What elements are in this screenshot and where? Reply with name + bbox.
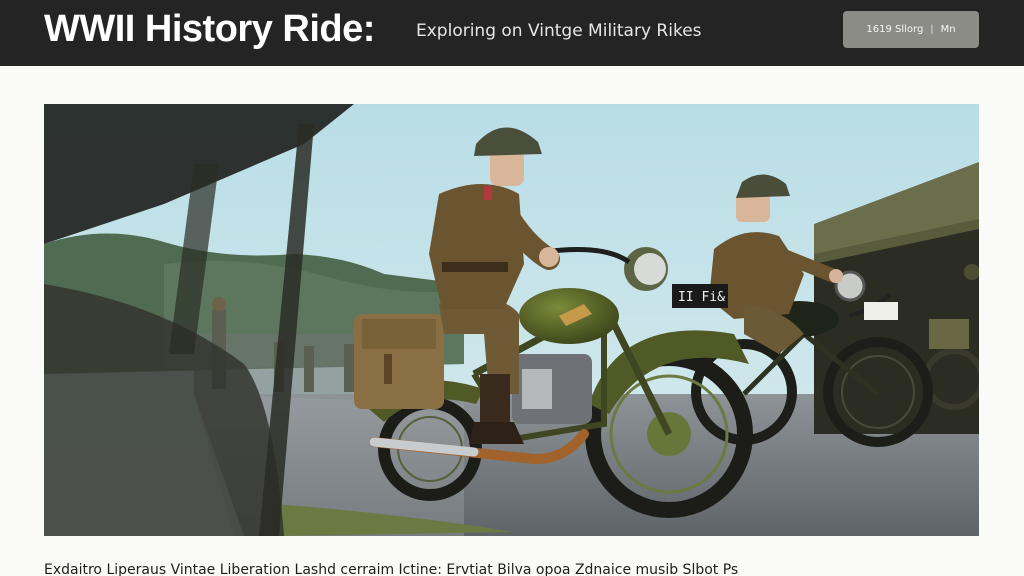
hero-image: II Fi& — [44, 104, 979, 536]
top-header-bar: WWII History Ride: Exploring on Vintge M… — [0, 0, 1024, 66]
caption-text: Exdaitro Liperaus Vintae Liberation Lash… — [44, 562, 739, 576]
page-title: WWII History Ride: — [44, 8, 375, 50]
motorcycle-plate-text: II Fi& — [678, 290, 725, 305]
header-button-left-label: 1619 Sllorg — [866, 24, 924, 35]
separator-icon: | — [930, 24, 934, 35]
hero-photo-illustration: II Fi& — [44, 104, 979, 536]
header-action-button[interactable]: 1619 Sllorg | Mn — [843, 11, 979, 48]
page-subtitle: Exploring on Vintge Military Rikes — [416, 21, 702, 41]
header-button-right-label: Mn — [940, 24, 956, 35]
